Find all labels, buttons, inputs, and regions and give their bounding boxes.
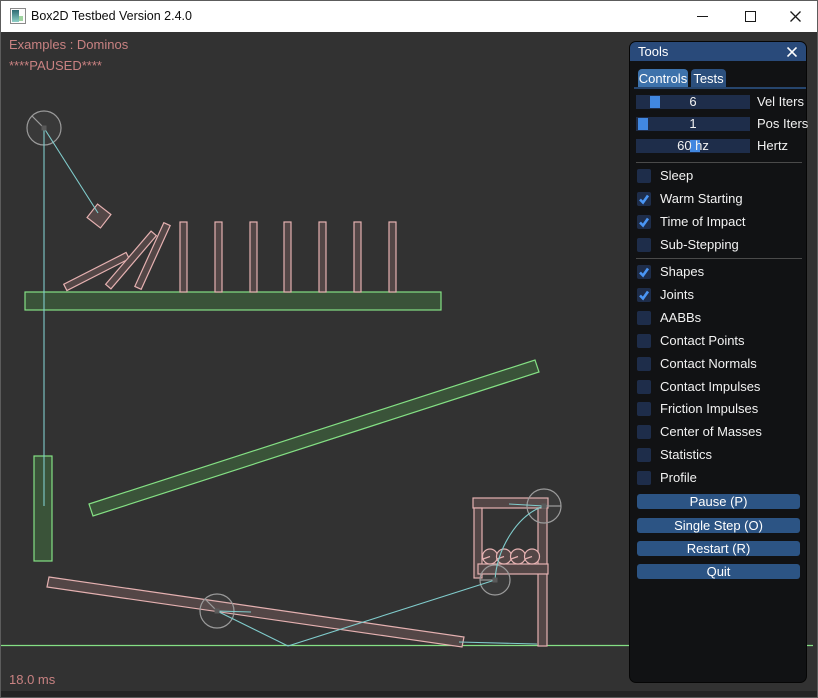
checkbox [637, 192, 651, 206]
checkbox-warm-starting[interactable]: Warm Starting [637, 192, 743, 206]
checkbox [637, 334, 651, 348]
checkbox [637, 238, 651, 252]
checkbox-friction-impulses[interactable]: Friction Impulses [637, 402, 758, 416]
inclined-plank [89, 360, 539, 516]
frame-right-post [538, 508, 547, 646]
pos-iters-label: Pos Iters [757, 117, 808, 131]
tools-panel: Tools Controls Tests 6 Vel Iters 1 Pos I… [629, 41, 807, 683]
checkbox-sleep[interactable]: Sleep [637, 169, 693, 183]
vertical-plank [34, 456, 52, 561]
tools-panel-titlebar[interactable]: Tools [630, 42, 806, 61]
hertz-slider[interactable]: 60 hz [636, 139, 750, 153]
separator [636, 162, 802, 163]
minimize-button[interactable] [679, 1, 725, 32]
vel-iters-slider[interactable]: 6 [636, 95, 750, 109]
domino [284, 222, 291, 292]
checkbox-contact-points[interactable]: Contact Points [637, 334, 745, 348]
domino [389, 222, 396, 292]
app-window: Examples : Dominos ****PAUSED**** 18.0 m… [0, 0, 818, 698]
checkbox [637, 357, 651, 371]
close-icon [787, 47, 797, 57]
joint-anchors [42, 126, 547, 614]
check-icon [637, 265, 651, 279]
checkbox [637, 471, 651, 485]
checkbox-profile[interactable]: Profile [637, 471, 697, 485]
checkbox [637, 380, 651, 394]
tab-underline [634, 87, 806, 89]
domino-shelf [25, 292, 441, 310]
checkbox-time-of-impact[interactable]: Time of Impact [637, 215, 745, 229]
hertz-label: Hertz [757, 139, 788, 153]
maximize-button[interactable] [727, 1, 773, 32]
checkbox-statistics[interactable]: Statistics [637, 448, 712, 462]
seesaw-plank [47, 577, 464, 647]
window-title: Box2D Testbed Version 2.4.0 [31, 1, 192, 32]
checkbox-aabbs[interactable]: AABBs [637, 311, 701, 325]
checkbox-joints[interactable]: Joints [637, 288, 694, 302]
example-caption: Examples : Dominos [9, 37, 128, 52]
check-icon [637, 215, 651, 229]
vel-iters-label: Vel Iters [757, 95, 804, 109]
titlebar: Box2D Testbed Version 2.4.0 [1, 1, 817, 32]
checkbox [637, 448, 651, 462]
minimize-icon [697, 16, 708, 17]
checkbox-contact-impulses[interactable]: Contact Impulses [637, 380, 760, 394]
checkbox-shapes[interactable]: Shapes [637, 265, 704, 279]
checkbox [637, 169, 651, 183]
maximize-icon [745, 11, 756, 22]
tools-panel-title: Tools [638, 44, 668, 59]
separator [636, 258, 802, 259]
checkbox-center-of-masses[interactable]: Center of Masses [637, 425, 762, 439]
frame-time-label: 18.0 ms [9, 672, 55, 687]
hertz-value: 60 hz [636, 139, 750, 153]
close-button[interactable] [772, 1, 818, 32]
suspended-box [87, 204, 111, 228]
pos-iters-value: 1 [636, 117, 750, 131]
app-icon [10, 8, 26, 24]
checkbox [637, 265, 651, 279]
pause-button[interactable]: Pause (P) [637, 494, 800, 509]
tools-close-button[interactable] [786, 46, 798, 58]
checkbox [637, 215, 651, 229]
domino [250, 222, 257, 292]
checkbox-sub-stepping[interactable]: Sub-Stepping [637, 238, 739, 252]
domino [319, 222, 326, 292]
domino [215, 222, 222, 292]
quit-button[interactable]: Quit [637, 564, 800, 579]
domino [180, 222, 187, 292]
close-icon [790, 11, 801, 22]
restart-button[interactable]: Restart (R) [637, 541, 800, 556]
domino [354, 222, 361, 292]
single-step-button[interactable]: Single Step (O) [637, 518, 800, 533]
paused-banner: ****PAUSED**** [9, 58, 102, 73]
check-icon [637, 192, 651, 206]
tab-tests[interactable]: Tests [691, 69, 726, 87]
tab-controls[interactable]: Controls [638, 69, 688, 87]
checkbox [637, 402, 651, 416]
check-icon [637, 288, 651, 302]
checkbox [637, 425, 651, 439]
window-bottom-edge [1, 691, 817, 698]
checkbox [637, 288, 651, 302]
dynamic-bodies [47, 204, 548, 647]
vel-iters-value: 6 [636, 95, 750, 109]
checkbox-contact-normals[interactable]: Contact Normals [637, 357, 757, 371]
checkbox [637, 311, 651, 325]
pos-iters-slider[interactable]: 1 [636, 117, 750, 131]
